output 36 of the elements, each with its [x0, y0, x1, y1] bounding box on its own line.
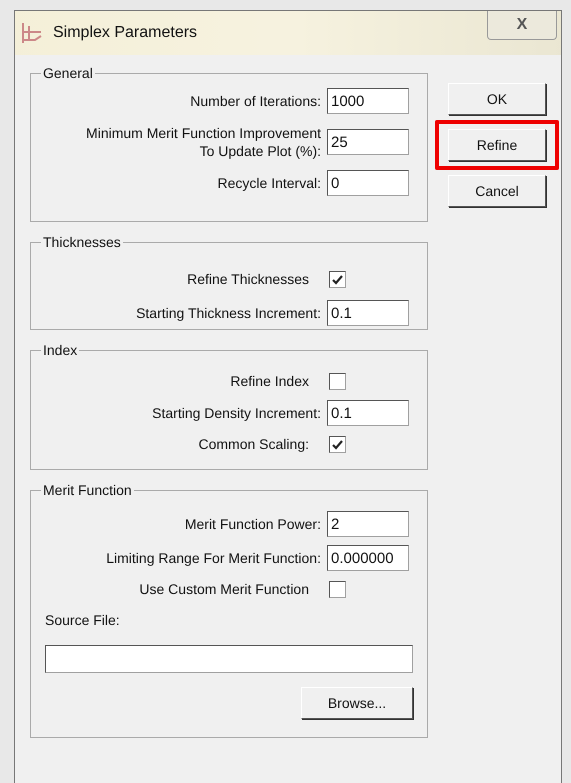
dialog-button[interactable]: Refine — [448, 129, 546, 161]
check-icon — [332, 274, 343, 284]
checkbox[interactable] — [329, 581, 346, 598]
field-label: Minimum Merit Function Improvement To Update Plot (%): — [85, 124, 321, 160]
field-label: Merit Function Power: — [184, 515, 321, 533]
checkbox[interactable] — [329, 373, 346, 390]
input-field[interactable] — [45, 645, 413, 673]
field-label: Starting Density Increment: — [152, 404, 321, 422]
input-field[interactable]: 0.1 — [327, 400, 409, 426]
input-field[interactable]: 0.000000 — [327, 545, 409, 571]
checkbox-label: Refine Thicknesses — [186, 270, 309, 289]
window-title: Simplex Parameters — [53, 23, 198, 43]
group-title: General — [42, 64, 94, 83]
input-field[interactable]: 0 — [327, 170, 409, 196]
checkbox-label: Use Custom Merit Function — [138, 580, 309, 599]
browse-button[interactable]: Browse... — [301, 687, 413, 719]
dialog-button[interactable]: OK — [448, 83, 546, 115]
checkbox-label: Refine Index — [229, 372, 309, 391]
check-icon — [332, 440, 343, 450]
field-label: Starting Thickness Increment: — [136, 304, 321, 322]
group-title: Merit Function — [42, 481, 133, 500]
checkbox[interactable] — [329, 436, 346, 453]
field-label: Recycle Interval: — [218, 174, 321, 192]
field-label: Number of Iterations: — [190, 92, 321, 110]
field-label: Source File: — [45, 611, 121, 630]
input-field[interactable]: 25 — [327, 129, 409, 155]
checkbox[interactable] — [329, 271, 346, 288]
checkbox-label: Common Scaling: — [198, 435, 309, 454]
input-field[interactable]: 2 — [327, 511, 409, 537]
field-label: Limiting Range For Merit Function: — [106, 549, 321, 567]
input-field[interactable]: 1000 — [327, 88, 409, 114]
group-title: Index — [42, 341, 78, 360]
group-title: Thicknesses — [42, 233, 122, 252]
close-button[interactable]: X — [487, 11, 557, 40]
input-field[interactable]: 0.1 — [327, 300, 409, 326]
dialog-button[interactable]: Cancel — [448, 175, 546, 207]
